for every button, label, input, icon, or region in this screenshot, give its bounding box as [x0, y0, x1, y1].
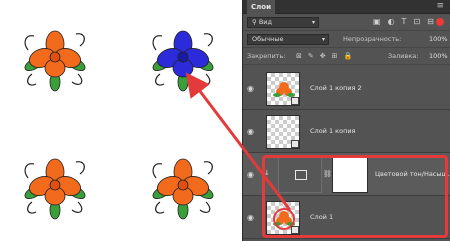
lock-pixels-icon[interactable]: ✎ — [308, 52, 314, 60]
lock-all-icon[interactable]: 🔒 — [344, 52, 353, 60]
lock-row: Закрепить: ⊠ ✎ ✥ ⊞ 🔒 Заливка: 100% — [243, 48, 450, 65]
blend-mode-select[interactable]: Обычные ▾ — [247, 34, 329, 45]
layer-name[interactable]: Слой 1 копия 2 — [310, 84, 362, 92]
lock-label: Закрепить: — [247, 52, 286, 60]
eye-icon[interactable]: ◉ — [247, 84, 254, 93]
lock-transparent-icon[interactable]: ⊠ — [296, 52, 302, 60]
flower-orange-2 — [24, 158, 86, 220]
kind-filter-select[interactable]: ⚲ Вид ▾ — [247, 17, 319, 28]
smart-object-badge-icon — [291, 97, 299, 105]
flower-orange-1 — [24, 30, 86, 92]
chevron-down-icon: ▾ — [321, 36, 325, 43]
filter-shape-icon[interactable]: ⊡ — [413, 17, 420, 26]
annotation-highlight-box — [262, 155, 448, 238]
search-icon: ⚲ — [252, 18, 259, 26]
filter-row: ⚲ Вид ▾ ▣ ◐ T ⊡ ⊟ — [243, 14, 450, 31]
filter-toggle[interactable] — [436, 18, 444, 26]
document-canvas[interactable] — [0, 0, 242, 241]
filter-type-icon[interactable]: T — [402, 17, 407, 26]
flower-orange-3 — [152, 158, 214, 220]
filter-adjustment-icon[interactable]: ◐ — [388, 17, 395, 26]
filter-smart-object-icon[interactable]: ⊟ — [427, 17, 434, 26]
eye-icon[interactable]: ◉ — [247, 213, 254, 222]
opacity-field[interactable]: 100% — [429, 35, 448, 43]
layer-thumbnail — [266, 115, 300, 149]
eye-icon[interactable]: ◉ — [247, 127, 254, 136]
fill-label: Заливка: — [388, 52, 419, 60]
tab-layers[interactable]: Слои — [247, 0, 275, 14]
opacity-label: Непрозрачность: — [343, 35, 402, 43]
lock-artboard-icon[interactable]: ⊞ — [332, 52, 338, 60]
kind-filter-value: Вид — [258, 18, 273, 26]
blend-mode-value: Обычные — [252, 35, 284, 43]
panel-titlebar: Слои ≡ — [243, 0, 450, 14]
filter-icons: ▣ ◐ T ⊡ ⊟ — [373, 17, 434, 26]
lock-position-icon[interactable]: ✥ — [320, 52, 326, 60]
smart-object-badge-icon — [291, 140, 299, 148]
lock-icons: ⊠ ✎ ✥ ⊞ 🔒 — [296, 52, 352, 60]
flower-blue — [152, 30, 214, 92]
layer-thumbnail — [266, 72, 300, 106]
chevron-down-icon: ▾ — [311, 19, 315, 26]
blend-row: Обычные ▾ Непрозрачность: 100% — [243, 31, 450, 48]
filter-pixel-icon[interactable]: ▣ — [373, 17, 381, 26]
panel-menu-icon[interactable]: ≡ — [436, 1, 444, 11]
layer-row[interactable]: ◉ Слой 1 копия 2 — [243, 67, 450, 110]
layer-row[interactable]: ◉ Слой 1 копия — [243, 110, 450, 153]
layer-name[interactable]: Слой 1 копия — [310, 127, 355, 135]
eye-icon[interactable]: ◉ — [247, 170, 254, 179]
fill-field[interactable]: 100% — [429, 52, 448, 60]
